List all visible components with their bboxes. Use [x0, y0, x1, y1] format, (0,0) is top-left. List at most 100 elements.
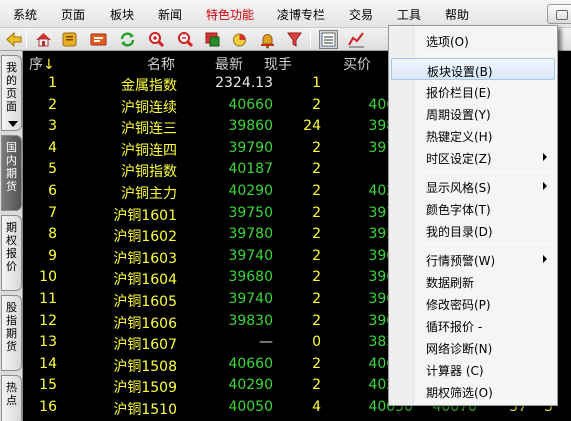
cell-index: 7: [48, 204, 57, 221]
cell-name: 沪铜1601: [113, 207, 177, 224]
menu-item[interactable]: 修改密码(P): [391, 292, 555, 314]
cell-volume: 2: [312, 96, 321, 113]
zoom-out-icon[interactable]: [176, 30, 195, 49]
menu-item-label: 网络诊断(N): [426, 342, 493, 356]
cell-last: 39740: [228, 247, 273, 264]
menu-tools[interactable]: 工具: [397, 6, 421, 23]
window-icon[interactable]: [203, 30, 222, 49]
submenu-arrow-icon: [543, 153, 547, 161]
cell-last: 40660: [228, 355, 273, 372]
book-icon[interactable]: [60, 30, 79, 49]
menu-item[interactable]: 板块设置(B): [391, 58, 555, 80]
menu-page[interactable]: 页面: [61, 6, 85, 23]
menu-item[interactable]: 计算器 (C): [391, 358, 555, 380]
menu-separator: [419, 244, 551, 245]
menu-item[interactable]: 我的目录(D): [391, 219, 555, 241]
cell-name: 沪铜1510: [113, 402, 177, 418]
menu-item-label: 选项(O): [426, 35, 469, 49]
menu-item[interactable]: 热键定义(H): [391, 124, 555, 146]
cell-last: 39790: [228, 139, 273, 156]
cell-last: 39750: [228, 204, 273, 221]
menu-bar: 系统 页面 板块 新闻 特色功能 凌博专栏 交易 工具 帮助: [0, 0, 571, 28]
menu-item[interactable]: 循环报价 -: [391, 314, 555, 336]
cell-index: 8: [48, 226, 57, 243]
cell-last: 40187: [228, 161, 273, 178]
menu-item[interactable]: 期权筛选(O): [391, 380, 555, 402]
cell-name: 沪铜1603: [113, 250, 177, 267]
tab-my-pages[interactable]: 我的页面: [1, 55, 22, 131]
cell-last: 40290: [228, 183, 273, 199]
menu-item[interactable]: 时区设定(Z): [391, 146, 555, 168]
menu-sector[interactable]: 板块: [110, 6, 134, 23]
tab-index-futures[interactable]: 股指期货: [1, 295, 22, 371]
pie-chart-icon[interactable]: [230, 30, 249, 49]
zoom-in-icon[interactable]: [147, 30, 166, 49]
menu-item-label: 行情预警(W): [426, 254, 496, 268]
cell-volume: 24: [303, 118, 321, 135]
cell-name: 沪铜连四: [121, 142, 177, 159]
menu-item[interactable]: 网络诊断(N): [391, 336, 555, 358]
menu-item[interactable]: 行情预警(W): [391, 248, 555, 270]
menu-news[interactable]: 新闻: [158, 6, 182, 23]
header-volume[interactable]: 现手: [264, 54, 292, 74]
cell-name: 沪铜连三: [121, 121, 177, 138]
filter-icon[interactable]: [285, 30, 304, 49]
cell-last: 40660: [228, 96, 273, 113]
menu-item[interactable]: 周期设置(Y): [391, 102, 555, 124]
cell-volume: 2: [312, 139, 321, 156]
cell-name: 沪铜1606: [113, 315, 177, 332]
refresh-icon[interactable]: [118, 30, 137, 49]
cell-volume: 2: [312, 161, 321, 178]
menu-item[interactable]: 显示风格(S): [391, 175, 555, 197]
submenu-arrow-icon: [543, 182, 547, 190]
menu-item-label: 热键定义(H): [426, 130, 493, 144]
bell-icon[interactable]: [258, 30, 277, 49]
cell-name: 沪铜1605: [113, 294, 177, 310]
cell-index: 2: [48, 96, 57, 113]
cell-volume: 2: [312, 183, 321, 199]
tab-options-quotes[interactable]: 期权报价: [1, 215, 22, 291]
cell-name: 沪铜连续: [121, 99, 177, 116]
menu-item-label: 板块设置(B): [427, 65, 493, 79]
home-icon[interactable]: [34, 30, 53, 49]
news-icon[interactable]: [89, 30, 108, 49]
cell-volume: 2: [312, 247, 321, 264]
menu-item[interactable]: 选项(O): [391, 29, 555, 51]
left-tab-strip: 我的页面 国内期货 期权报价 股指期货 热点: [0, 51, 23, 421]
back-arrow-icon[interactable]: [4, 30, 23, 49]
header-last[interactable]: 最新: [215, 54, 243, 74]
cell-volume: 2: [312, 226, 321, 243]
header-bid[interactable]: 买价: [343, 54, 371, 74]
chevron-down-icon: [8, 121, 18, 127]
window-restore-button[interactable]: [547, 4, 571, 24]
cell-last: 40050: [228, 399, 273, 415]
line-chart-icon[interactable]: [347, 30, 366, 49]
list-icon[interactable]: [319, 30, 338, 49]
header-name[interactable]: 名称: [147, 54, 175, 74]
menu-system[interactable]: 系统: [13, 6, 37, 23]
cell-last: 2324.13: [215, 75, 273, 91]
cell-name: 金属指数: [121, 78, 177, 94]
cell-volume: 2: [312, 291, 321, 307]
cell-name: 沪铜指数: [121, 164, 177, 181]
tab-hot-spots[interactable]: 热点: [1, 375, 22, 421]
header-index[interactable]: 序↓: [29, 54, 55, 74]
menu-separator: [419, 171, 551, 172]
tab-domestic-futures[interactable]: 国内期货: [1, 135, 22, 211]
menu-item-label: 计算器 (C): [426, 364, 484, 378]
cell-volume: 2: [312, 377, 321, 394]
cell-volume: 1: [312, 75, 321, 91]
cell-volume: 2: [312, 204, 321, 221]
menu-lingbo-column[interactable]: 凌博专栏: [277, 6, 325, 23]
menu-item[interactable]: 颜色字体(T): [391, 197, 555, 219]
menu-help[interactable]: 帮助: [445, 6, 469, 23]
cell-name: 沪铜1602: [113, 229, 177, 246]
menu-item[interactable]: 报价栏目(E): [391, 80, 555, 102]
menu-item-label: 时区设定(Z): [426, 152, 492, 166]
cell-index: 9: [48, 247, 57, 264]
menu-trade[interactable]: 交易: [349, 6, 373, 23]
cell-last: 39680: [228, 269, 273, 286]
menu-special-features[interactable]: 特色功能: [206, 6, 254, 23]
menu-item-label: 显示风格(S): [426, 181, 491, 195]
menu-item[interactable]: 数据刷新: [391, 270, 555, 292]
